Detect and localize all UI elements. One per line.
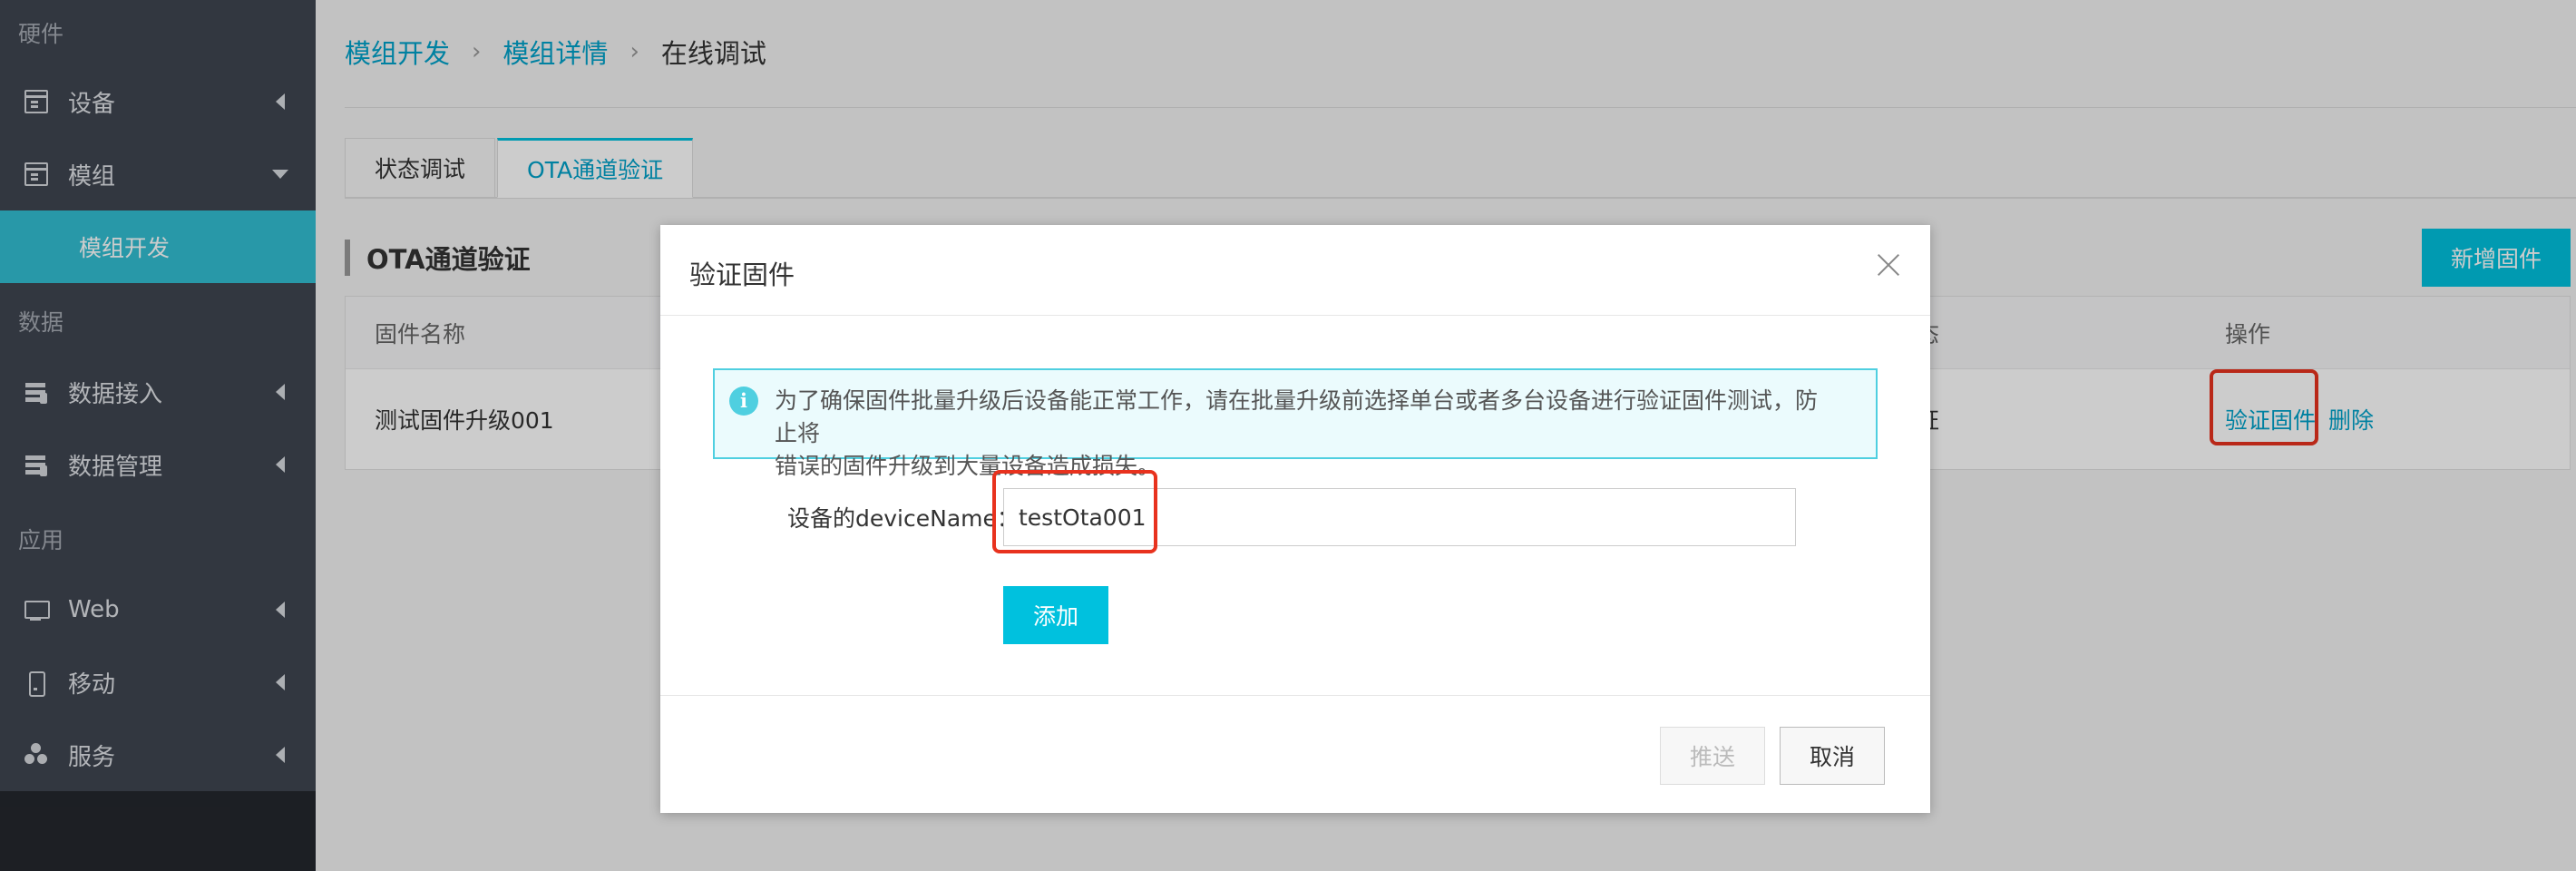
push-button[interactable]: 推送 — [1660, 727, 1765, 785]
notice-line-2: 错误的固件升级到大量设备造成损失。 — [775, 453, 1161, 479]
close-icon[interactable] — [1876, 252, 1901, 278]
dialog-footer: 推送 取消 — [660, 695, 1930, 813]
notice-line-1: 为了确保固件批量升级后设备能正常工作，请在批量升级前选择单台或者多台设备进行验证… — [775, 387, 1819, 446]
dialog-title: 验证固件 — [689, 259, 795, 290]
device-name-label: 设备的deviceName： — [787, 505, 1020, 532]
verify-firmware-dialog: 验证固件 i 为了确保固件批量升级后设备能正常工作，请在批量升级前选择单台或者多… — [660, 225, 1930, 813]
info-icon: i — [729, 387, 758, 416]
annotation-highlight-device-name — [992, 470, 1157, 553]
cancel-button[interactable]: 取消 — [1780, 727, 1885, 785]
add-button[interactable]: 添加 — [1003, 586, 1108, 644]
info-notice: i 为了确保固件批量升级后设备能正常工作，请在批量升级前选择单台或者多台设备进行… — [713, 368, 1878, 479]
dialog-header: 验证固件 — [660, 225, 1930, 316]
